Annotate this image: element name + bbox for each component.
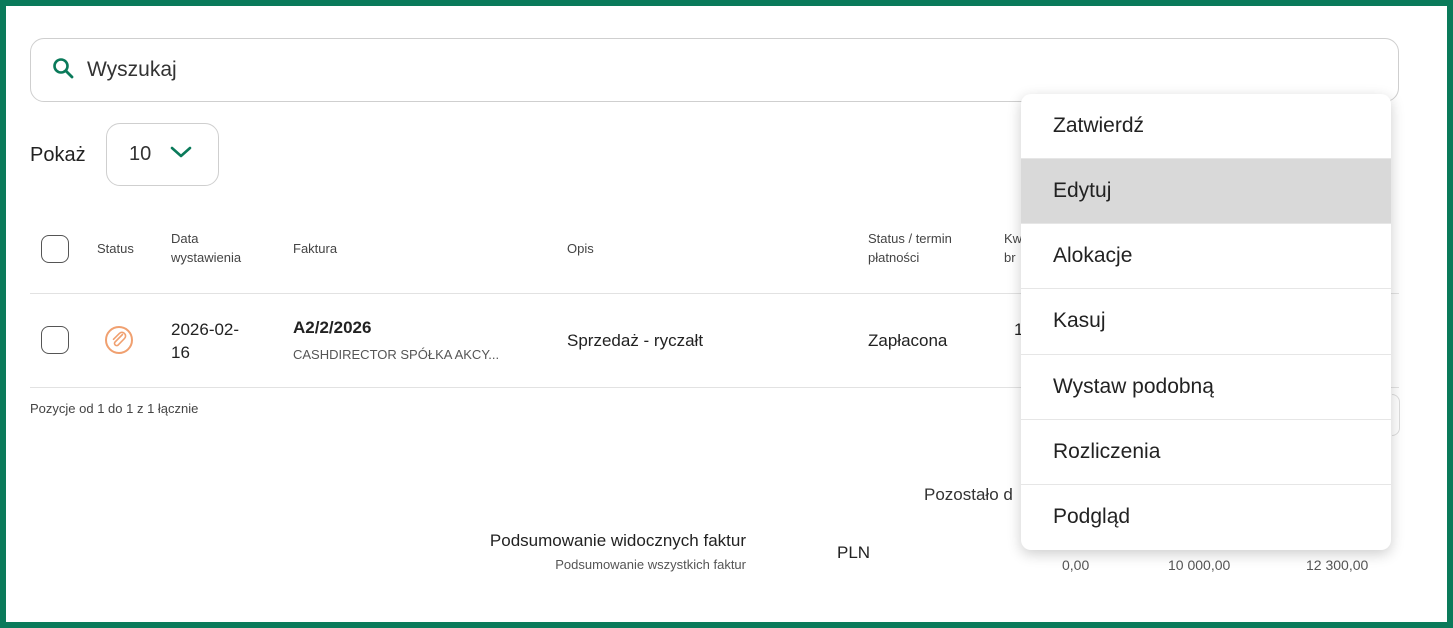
menu-item-issue-similar[interactable]: Wystaw podobną	[1021, 355, 1391, 420]
header-issue-date-line2[interactable]: wystawienia	[171, 249, 241, 266]
menu-item-settlements[interactable]: Rozliczenia	[1021, 420, 1391, 485]
search-icon	[51, 56, 75, 85]
context-menu: Zatwierdź Edytuj Alokacje Kasuj Wystaw p…	[1021, 94, 1391, 550]
pagination-info: Pozycje od 1 do 1 z 1 łącznie	[30, 401, 199, 416]
summary-all-label: Podsumowanie wszystkich faktur	[555, 557, 746, 572]
select-all-checkbox[interactable]	[41, 235, 69, 263]
header-description[interactable]: Opis	[567, 240, 594, 257]
header-gross-amount-line1[interactable]: Kw	[1004, 230, 1022, 247]
header-payment-status-line1[interactable]: Status / termin	[868, 230, 952, 247]
summary-value: 10 000,00	[1168, 557, 1231, 573]
row-checkbox[interactable]	[41, 326, 69, 354]
search-input[interactable]: Wyszukaj	[87, 58, 177, 82]
menu-item-allocations[interactable]: Alokacje	[1021, 224, 1391, 290]
page-size-select[interactable]: 10	[106, 123, 219, 186]
row-invoice-number[interactable]: A2/2/2026	[293, 318, 371, 338]
summary-value: 12 300,00	[1306, 557, 1369, 573]
menu-item-preview[interactable]: Podgląd	[1021, 485, 1391, 550]
menu-item-delete[interactable]: Kasuj	[1021, 289, 1391, 355]
paperclip-icon	[104, 325, 134, 355]
menu-item-edit[interactable]: Edytuj	[1021, 159, 1391, 225]
header-gross-amount-line2[interactable]: br	[1004, 249, 1016, 266]
pagination-control[interactable]	[1392, 394, 1400, 436]
summary-value: 0,00	[1062, 557, 1090, 573]
page-size-label: Pokaż	[30, 144, 86, 166]
remaining-label: Pozostało d	[924, 485, 1013, 504]
row-description: Sprzedaż - ryczałt	[567, 331, 704, 350]
menu-item-approve[interactable]: Zatwierdź	[1021, 94, 1391, 160]
search-bar[interactable]: Wyszukaj	[30, 38, 1399, 102]
page-size-value: 10	[129, 143, 152, 165]
row-customer: CASHDIRECTOR SPÓŁKA AKCY...	[293, 347, 500, 362]
summary-visible-label: Podsumowanie widocznych faktur	[489, 531, 746, 550]
row-date-line1: 2026-02-	[171, 320, 240, 339]
chevron-down-icon	[151, 144, 193, 165]
row-date-line2: 16	[171, 343, 190, 362]
header-status[interactable]: Status	[97, 240, 134, 257]
summary-currency: PLN	[837, 543, 871, 562]
header-invoice[interactable]: Faktura	[293, 240, 337, 257]
header-issue-date-line1[interactable]: Data	[171, 230, 198, 247]
header-payment-status-line2[interactable]: płatności	[868, 249, 919, 266]
row-payment-status: Zapłacona	[868, 331, 948, 350]
